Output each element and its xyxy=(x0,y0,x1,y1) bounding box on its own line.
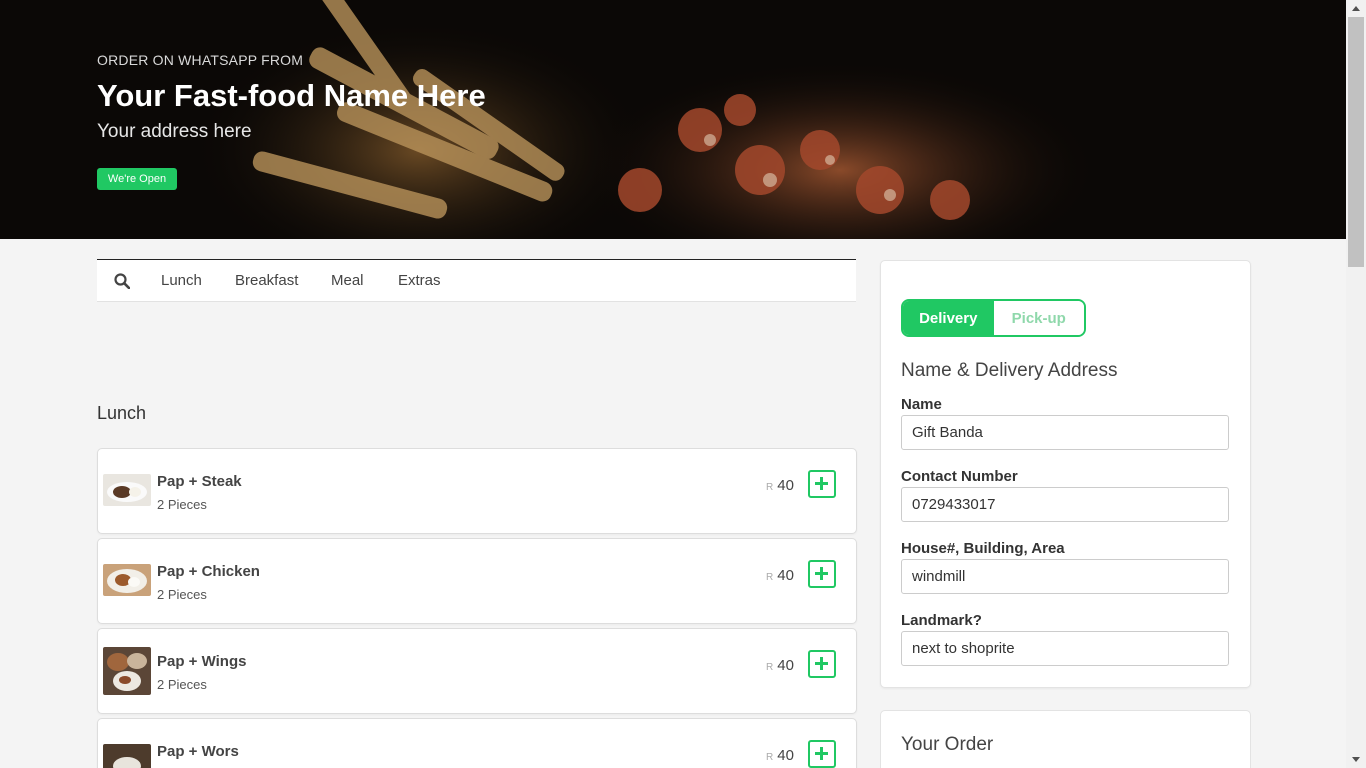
scrollbar-thumb[interactable] xyxy=(1348,17,1364,267)
add-to-order-button[interactable] xyxy=(808,740,836,768)
item-price: R 40 xyxy=(766,567,794,585)
your-order-heading: Your Order xyxy=(901,734,994,755)
currency-symbol: R xyxy=(766,482,774,493)
item-name: Pap + Chicken xyxy=(157,563,260,580)
item-description: 2 Pieces xyxy=(157,677,207,692)
food-thumbnail xyxy=(103,647,151,695)
price-value: 40 xyxy=(777,477,794,494)
currency-symbol: R xyxy=(766,752,774,763)
scroll-down-arrow-icon[interactable] xyxy=(1346,751,1366,768)
contact-number-field[interactable] xyxy=(901,487,1229,522)
item-price: R 40 xyxy=(766,747,794,765)
page: ORDER ON WHATSAPP FROM Your Fast-food Na… xyxy=(0,0,1346,768)
tab-extras[interactable]: Extras xyxy=(398,272,441,289)
restaurant-address: Your address here xyxy=(97,121,252,142)
menu-item[interactable]: Pap + Steak 2 Pieces R 40 xyxy=(97,448,857,534)
food-thumbnail xyxy=(103,744,151,768)
add-to-order-button[interactable] xyxy=(808,650,836,678)
menu-item[interactable]: Pap + Wors R 40 xyxy=(97,718,857,768)
menu-item[interactable]: Pap + Chicken 2 Pieces R 40 xyxy=(97,538,857,624)
food-thumbnail xyxy=(103,474,151,506)
restaurant-name: Your Fast-food Name Here xyxy=(97,78,486,113)
address-field[interactable] xyxy=(901,559,1229,594)
pickup-option[interactable]: Pick-up xyxy=(993,301,1084,335)
item-name: Pap + Wors xyxy=(157,743,239,760)
delivery-details-panel: Delivery Pick-up Name & Delivery Address… xyxy=(880,260,1251,688)
currency-symbol: R xyxy=(766,662,774,673)
item-description: 2 Pieces xyxy=(157,497,207,512)
hero-subtitle: ORDER ON WHATSAPP FROM xyxy=(97,52,304,68)
delivery-option[interactable]: Delivery xyxy=(903,301,994,335)
section-title-lunch: Lunch xyxy=(97,403,147,423)
name-field[interactable] xyxy=(901,415,1229,450)
tab-lunch[interactable]: Lunch xyxy=(161,272,202,289)
tab-meal[interactable]: Meal xyxy=(331,272,364,289)
landmark-label: Landmark? xyxy=(901,612,982,629)
add-to-order-button[interactable] xyxy=(808,470,836,498)
open-status-badge: We're Open xyxy=(97,168,177,190)
price-value: 40 xyxy=(777,657,794,674)
item-price: R 40 xyxy=(766,657,794,675)
item-price: R 40 xyxy=(766,477,794,495)
landmark-field[interactable] xyxy=(901,631,1229,666)
price-value: 40 xyxy=(777,747,794,764)
contact-label: Contact Number xyxy=(901,468,1018,485)
food-thumbnail xyxy=(103,564,151,596)
scroll-up-arrow-icon[interactable] xyxy=(1346,0,1366,17)
add-to-order-button[interactable] xyxy=(808,560,836,588)
price-value: 40 xyxy=(777,567,794,584)
panel-heading: Name & Delivery Address xyxy=(901,360,1118,381)
tab-breakfast[interactable]: Breakfast xyxy=(235,272,298,289)
item-description: 2 Pieces xyxy=(157,587,207,602)
item-name: Pap + Steak xyxy=(157,473,242,490)
hero-food-image xyxy=(190,0,1100,239)
menu-item[interactable]: Pap + Wings 2 Pieces R 40 xyxy=(97,628,857,714)
category-nav: Lunch Breakfast Meal Extras xyxy=(97,259,856,302)
name-label: Name xyxy=(901,396,942,413)
your-order-panel: Your Order xyxy=(880,710,1251,768)
currency-symbol: R xyxy=(766,572,774,583)
page-scrollbar[interactable] xyxy=(1346,0,1366,768)
order-mode-toggle: Delivery Pick-up xyxy=(901,299,1086,337)
search-icon[interactable] xyxy=(114,273,130,289)
address-label: House#, Building, Area xyxy=(901,540,1065,557)
item-name: Pap + Wings xyxy=(157,653,247,670)
hero-banner: ORDER ON WHATSAPP FROM Your Fast-food Na… xyxy=(0,0,1346,239)
